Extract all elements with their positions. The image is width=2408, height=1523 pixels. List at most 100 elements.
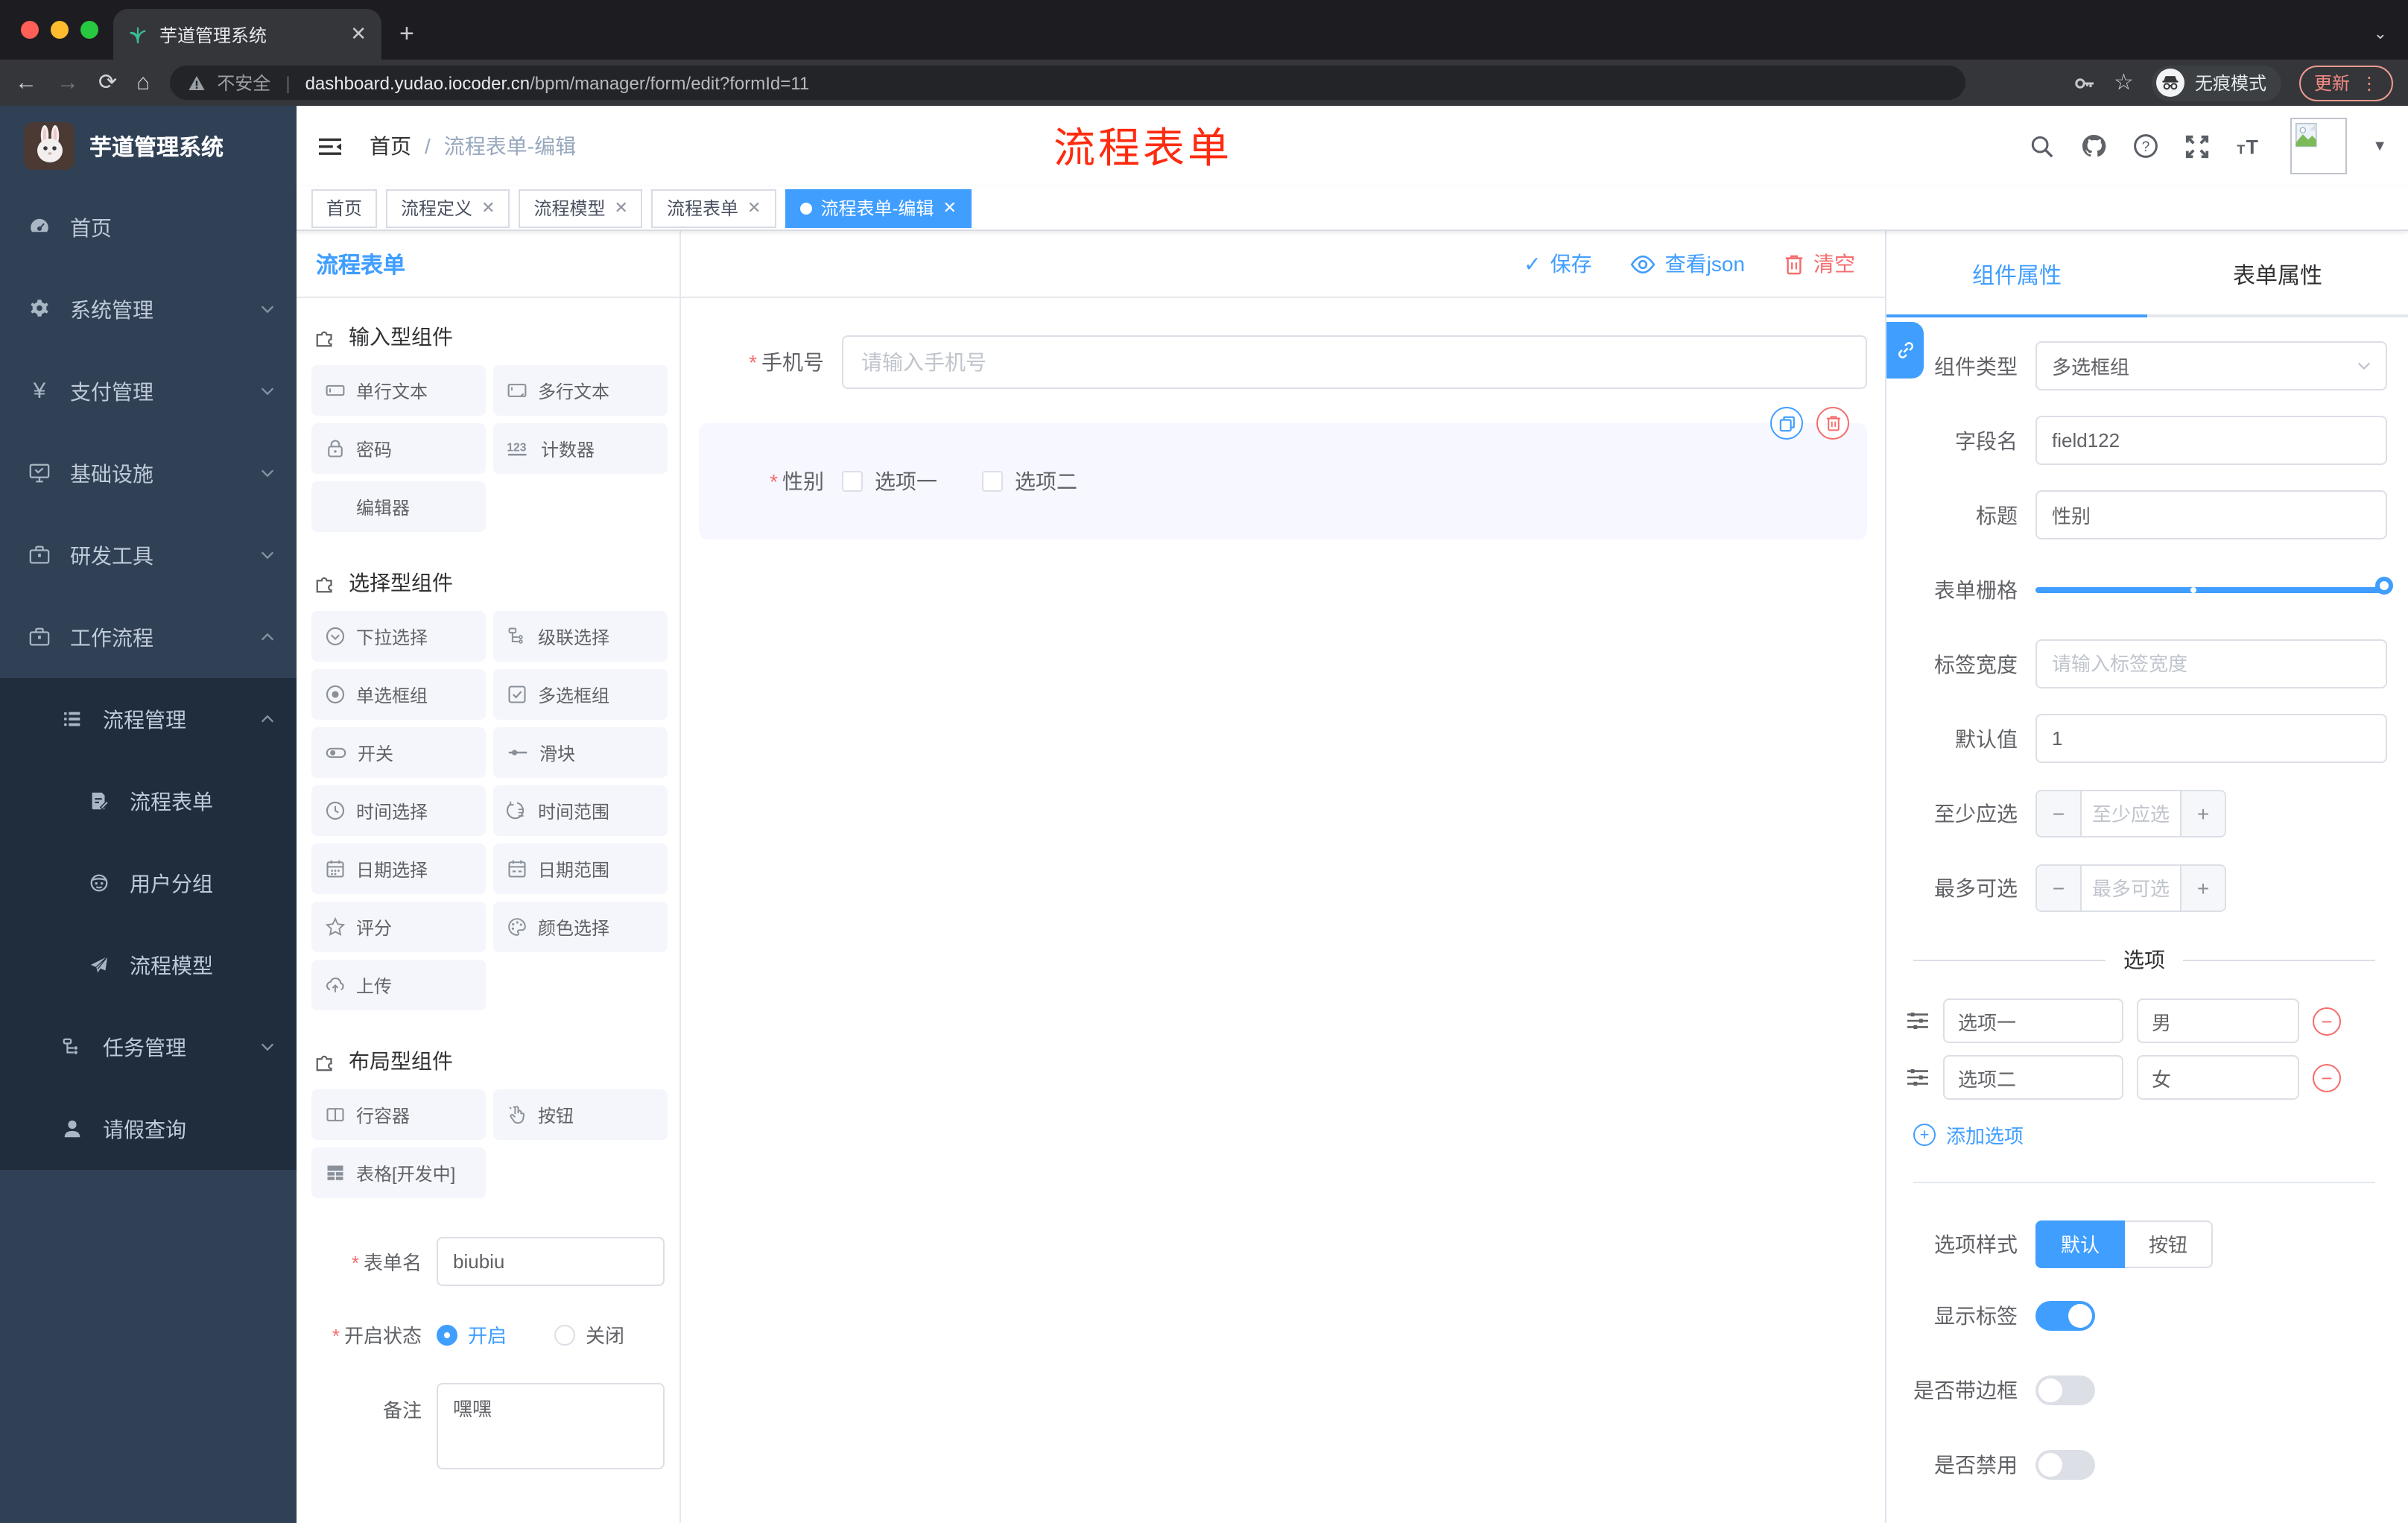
tag-process-model[interactable]: 流程模型 ✕ xyxy=(519,189,643,227)
tag-process-form-edit[interactable]: 流程表单-编辑 ✕ xyxy=(785,189,972,227)
github-icon[interactable] xyxy=(2080,133,2107,159)
window-controls[interactable] xyxy=(21,21,98,39)
selected-widget-gender[interactable]: * 性别 选项一 选项二 xyxy=(699,407,1867,539)
search-icon[interactable] xyxy=(2030,133,2055,159)
min-select-placeholder[interactable]: 至少应选 xyxy=(2082,791,2180,835)
browser-tab[interactable]: 芋道管理系统 ✕ xyxy=(113,9,381,60)
sidebar-item-devtools[interactable]: 研发工具 xyxy=(0,514,297,596)
drag-handle-icon[interactable] xyxy=(1906,1067,1930,1088)
user-avatar[interactable] xyxy=(2290,118,2348,174)
tab-component-props[interactable]: 组件属性 xyxy=(1886,231,2147,317)
remove-option-button[interactable]: − xyxy=(2313,1007,2341,1035)
chip-row-container[interactable]: 行容器 xyxy=(311,1089,486,1140)
copy-widget-button[interactable] xyxy=(1770,407,1803,440)
show-label-switch[interactable] xyxy=(2035,1301,2095,1331)
fullscreen-icon[interactable] xyxy=(2184,133,2210,159)
decrease-button[interactable]: − xyxy=(2037,865,2082,910)
gender-option2-checkbox[interactable] xyxy=(982,471,1003,492)
chip-slider[interactable]: 滑块 xyxy=(493,727,668,778)
chip-button[interactable]: 按钮 xyxy=(493,1089,668,1140)
sidebar-item-leave-query[interactable]: 请假查询 xyxy=(0,1088,297,1170)
decrease-button[interactable]: − xyxy=(2037,791,2082,835)
status-off-label[interactable]: 关闭 xyxy=(586,1320,624,1349)
phone-input[interactable] xyxy=(842,335,1867,389)
sidebar-item-user-group[interactable]: 用户分组 xyxy=(0,842,297,924)
breadcrumb-home[interactable]: 首页 xyxy=(370,131,411,161)
chip-date-select[interactable]: 日期选择 xyxy=(311,843,486,894)
sidebar-item-process-model[interactable]: 流程模型 xyxy=(0,924,297,1006)
increase-button[interactable]: + xyxy=(2180,865,2225,910)
update-button[interactable]: 更新 ⋮ xyxy=(2298,65,2393,101)
minimize-window-button[interactable] xyxy=(51,21,69,39)
component-type-select[interactable]: 多选框组 xyxy=(2035,341,2387,390)
tab-close-icon[interactable]: ✕ xyxy=(350,22,367,46)
help-icon[interactable]: ? xyxy=(2132,133,2159,159)
sidebar-item-payment[interactable]: ¥ 支付管理 xyxy=(0,350,297,432)
chip-editor[interactable]: 编辑器 xyxy=(311,481,486,532)
back-icon[interactable]: ← xyxy=(15,72,37,94)
chip-counter[interactable]: 123 计数器 xyxy=(493,423,668,474)
data-link-tag[interactable] xyxy=(1886,322,1924,379)
form-grid-slider[interactable] xyxy=(2035,576,2393,594)
increase-button[interactable]: + xyxy=(2180,791,2225,835)
reload-icon[interactable]: ⟳ xyxy=(98,72,117,94)
sidebar-item-infra[interactable]: 基础设施 xyxy=(0,432,297,514)
style-button-button[interactable]: 按钮 xyxy=(2125,1220,2214,1267)
chip-color-picker[interactable]: 颜色选择 xyxy=(493,902,668,952)
font-size-icon[interactable]: TT xyxy=(2235,134,2265,158)
address-bar[interactable]: 不安全 | dashboard.yudao.iocoder.cn/bpm/man… xyxy=(169,66,1965,100)
chip-upload[interactable]: 上传 xyxy=(311,960,486,1010)
option2-value-input[interactable] xyxy=(2137,1055,2299,1100)
forward-icon[interactable]: → xyxy=(57,72,79,94)
tag-close-icon[interactable]: ✕ xyxy=(481,198,495,218)
title-input[interactable] xyxy=(2035,490,2387,539)
tag-close-icon[interactable]: ✕ xyxy=(747,198,761,218)
chip-dropdown-select[interactable]: 下拉选择 xyxy=(311,611,486,662)
sidebar-item-system[interactable]: 系统管理 xyxy=(0,268,297,350)
view-json-button[interactable]: 查看json xyxy=(1631,249,1745,279)
avatar-caret-icon[interactable]: ▼ xyxy=(2372,138,2387,154)
password-key-icon[interactable] xyxy=(2072,71,2096,95)
clear-button[interactable]: 清空 xyxy=(1784,249,1855,279)
sidebar-item-process-mgmt[interactable]: 流程管理 xyxy=(0,678,297,760)
status-off-radio[interactable] xyxy=(554,1324,576,1345)
sidebar-item-home[interactable]: 首页 xyxy=(0,186,297,268)
add-option-button[interactable]: + 添加选项 xyxy=(1913,1121,2387,1149)
status-on-radio[interactable] xyxy=(437,1324,457,1345)
remove-option-button[interactable]: − xyxy=(2313,1063,2341,1092)
chip-time-select[interactable]: 时间选择 xyxy=(311,785,486,836)
tab-search-chevron-icon[interactable]: ⌄ xyxy=(2374,24,2387,43)
gender-option2-label[interactable]: 选项二 xyxy=(1015,466,1077,496)
close-window-button[interactable] xyxy=(21,21,39,39)
style-default-button[interactable]: 默认 xyxy=(2035,1220,2126,1267)
option1-label-input[interactable] xyxy=(1943,998,2123,1043)
tag-close-icon[interactable]: ✕ xyxy=(615,198,628,218)
chip-rate[interactable]: 评分 xyxy=(311,902,486,952)
zoom-window-button[interactable] xyxy=(80,21,98,39)
tab-form-props[interactable]: 表单属性 xyxy=(2147,231,2408,317)
sidebar-logo[interactable]: 芋道管理系统 xyxy=(0,106,297,186)
field-name-input[interactable] xyxy=(2035,416,2387,465)
border-switch[interactable] xyxy=(2035,1375,2095,1405)
chip-switch[interactable]: 开关 xyxy=(311,727,486,778)
form-name-input[interactable] xyxy=(437,1237,665,1286)
default-value-input[interactable] xyxy=(2035,714,2387,763)
max-select-placeholder[interactable]: 最多可选 xyxy=(2082,865,2180,910)
sidebar-item-workflow[interactable]: 工作流程 xyxy=(0,596,297,678)
save-button[interactable]: ✓ 保存 xyxy=(1524,249,1591,279)
chip-checkbox-group[interactable]: 多选框组 xyxy=(493,669,668,720)
gender-option1-label[interactable]: 选项一 xyxy=(875,466,937,496)
new-tab-button[interactable]: + xyxy=(399,19,414,49)
delete-widget-button[interactable] xyxy=(1816,407,1849,440)
tag-process-form[interactable]: 流程表单 ✕ xyxy=(651,189,776,227)
chip-single-line-text[interactable]: 单行文本 xyxy=(311,365,486,416)
option1-value-input[interactable] xyxy=(2137,998,2299,1043)
browser-menu-dots-icon[interactable]: ⋮ xyxy=(2360,72,2378,93)
home-icon[interactable]: ⌂ xyxy=(136,72,150,94)
tag-close-icon[interactable]: ✕ xyxy=(942,198,956,218)
tag-process-definition[interactable]: 流程定义 ✕ xyxy=(386,189,510,227)
chip-date-range[interactable]: 日期范围 xyxy=(493,843,668,894)
form-remark-textarea[interactable]: 嘿嘿 xyxy=(437,1383,665,1469)
disabled-switch[interactable] xyxy=(2035,1450,2095,1480)
chip-cascade-select[interactable]: 级联选择 xyxy=(493,611,668,662)
